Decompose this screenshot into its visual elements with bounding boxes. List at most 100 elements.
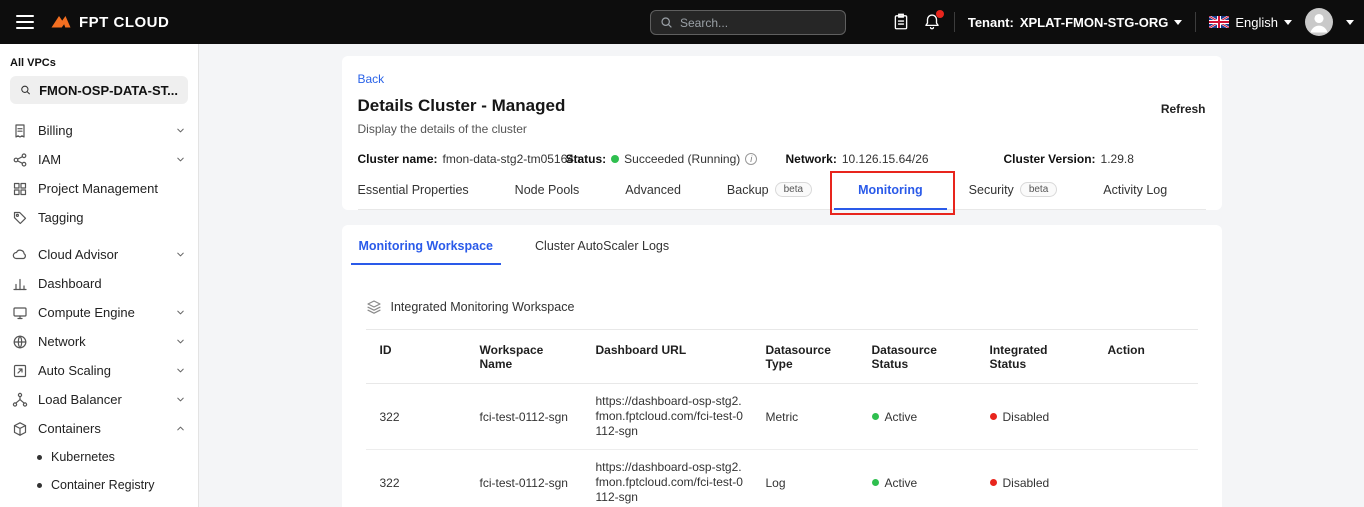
info-icon[interactable] [745,153,757,165]
compute-engine-icon [12,305,28,321]
section-title: Integrated Monitoring Workspace [391,300,575,314]
iam-icon [12,152,28,168]
sidebar-subitem-label: Kubernetes [51,450,115,464]
tab-security[interactable]: Securitybeta [969,182,1058,209]
col-datasource-type: Datasource Type [752,343,858,371]
sidebar-item-project-management[interactable]: Project Management [0,174,198,203]
status-dot-red [990,479,997,486]
chevron-down-icon [175,249,186,260]
auto-scaling-icon [12,363,28,379]
sidebar-item-label: Tagging [38,210,84,225]
sidebar-item-tagging[interactable]: Tagging [0,203,198,232]
uk-flag-icon [1209,16,1229,28]
sidebar-item-billing[interactable]: Billing [0,116,198,145]
cluster-network-info: Network: 10.126.15.64/26 [786,152,1004,166]
sidebar-subitem-kubernetes[interactable]: Kubernetes [0,443,198,471]
cluster-name-value: fmon-data-stg2-tm05164n [443,152,581,166]
sidebar-subitem-label: Container Registry [51,478,155,492]
tab-activity-log[interactable]: Activity Log [1103,182,1167,209]
chevron-down-icon [175,154,186,165]
bullet-icon [37,455,42,460]
containers-icon [12,421,28,437]
brand-logo[interactable]: FPT CLOUD [50,14,169,31]
notification-badge [936,10,944,18]
chevron-up-icon [175,423,186,434]
workspace-table: ID Workspace Name Dashboard URL Datasour… [366,329,1198,507]
sidebar-item-iam[interactable]: IAM [0,145,198,174]
chevron-down-icon [175,394,186,405]
tab-monitoring[interactable]: Monitoring [858,182,923,209]
cluster-details-header-card: Back Details Cluster - Managed Refresh D… [342,56,1222,210]
cell-id: 322 [366,476,466,490]
sidebar-item-label: Network [38,334,86,349]
sidebar-item-label: Billing [38,123,73,138]
cloud-advisor-icon [12,247,28,263]
sidebar-item-auto-scaling[interactable]: Auto Scaling [0,356,198,385]
billing-icon [12,123,28,139]
sidebar-item-network[interactable]: Network [0,327,198,356]
col-integrated-status: Integrated Status [976,343,1094,371]
subtab-cluster-autoscaler-logs[interactable]: Cluster AutoScaler Logs [527,239,677,265]
chevron-down-icon [1284,20,1292,25]
chevron-down-icon [175,336,186,347]
page-title: Details Cluster - Managed [358,96,566,116]
tenant-selector[interactable]: Tenant: XPLAT-FMON-STG-ORG [968,15,1183,30]
chevron-down-icon [175,365,186,376]
sidebar-item-label: Cloud Advisor [38,247,118,262]
sidebar-item-label: Project Management [38,181,158,196]
bullet-icon [37,483,42,488]
notifications-button[interactable] [923,13,941,31]
tab-node-pools[interactable]: Node Pools [515,182,580,209]
tab-backup[interactable]: Backupbeta [727,182,812,209]
refresh-button[interactable]: Refresh [1161,102,1206,116]
sidebar-item-cloud-advisor[interactable]: Cloud Advisor [0,240,198,269]
beta-badge: beta [1020,182,1057,197]
vpc-selector[interactable]: FMON-OSP-DATA-ST... [10,76,188,104]
network-icon [12,334,28,350]
divider [1195,12,1196,32]
back-link[interactable]: Back [358,72,385,86]
sidebar-item-compute-engine[interactable]: Compute Engine [0,298,198,327]
sidebar-item-containers[interactable]: Containers [0,414,198,443]
page-subtitle: Display the details of the cluster [358,122,1206,136]
monitoring-subtabs: Monitoring Workspace Cluster AutoScaler … [342,225,1222,265]
tenant-label: Tenant: [968,15,1014,30]
load-balancer-icon [12,392,28,408]
survey-icon[interactable] [892,13,910,31]
beta-badge: beta [775,182,812,197]
chevron-down-icon[interactable] [1346,20,1354,25]
sidebar: All VPCs FMON-OSP-DATA-ST... Billing IAM… [0,44,199,507]
subtab-monitoring-workspace[interactable]: Monitoring Workspace [351,239,502,265]
sidebar-item-label: Containers [38,421,101,436]
dashboard-icon [12,276,28,292]
sidebar-item-load-balancer[interactable]: Load Balancer [0,385,198,414]
avatar[interactable] [1305,8,1333,36]
cell-datasource-status: Active [858,476,976,490]
cell-dashboard-url: https://dashboard-osp-stg2.fmon.fptcloud… [582,394,752,439]
sidebar-item-label: Dashboard [38,276,102,291]
cluster-info-row: Cluster name: fmon-data-stg2-tm05164n St… [358,152,1206,166]
cell-datasource-status: Active [858,410,976,424]
sidebar-item-label: Auto Scaling [38,363,111,378]
sidebar-item-dashboard[interactable]: Dashboard [0,269,198,298]
cluster-version-info: Cluster Version: 1.29.8 [1004,152,1134,166]
tab-advanced[interactable]: Advanced [625,182,681,209]
menu-icon[interactable] [16,15,34,29]
language-label: English [1235,15,1278,30]
user-icon [1305,8,1333,36]
table-row: 322 fci-test-0112-sgn https://dashboard-… [366,384,1198,450]
search-input[interactable] [680,16,836,30]
chevron-down-icon [1174,20,1182,25]
cluster-tabs: Essential Properties Node Pools Advanced… [358,182,1206,210]
monitoring-panel-card: Monitoring Workspace Cluster AutoScaler … [342,225,1222,507]
tab-essential-properties[interactable]: Essential Properties [358,182,469,209]
page: FPT CLOUD Tenant: XPLAT-FMON-STG-ORG [0,0,1364,507]
search-box[interactable] [650,10,846,35]
cell-id: 322 [366,410,466,424]
search-icon [20,83,31,97]
topbar-right: Tenant: XPLAT-FMON-STG-ORG English [892,0,1354,44]
cluster-status-info: Status: Succeeded (Running) [566,152,786,166]
sidebar-subitem-container-registry[interactable]: Container Registry [0,471,198,499]
language-selector[interactable]: English [1209,15,1292,30]
cluster-name-label: Cluster name: [358,152,438,166]
